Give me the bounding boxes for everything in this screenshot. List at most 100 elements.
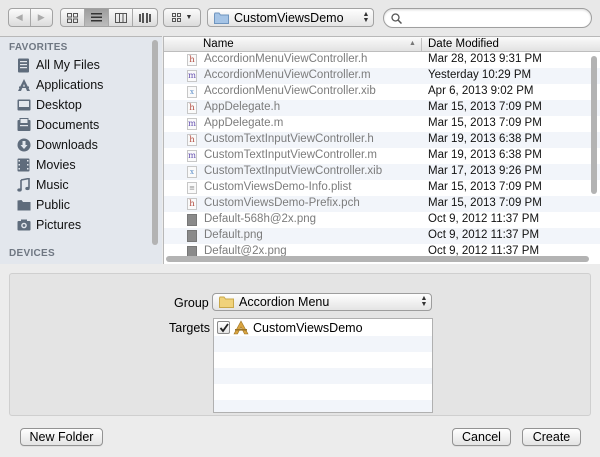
file-date: Mar 19, 2013 6:38 PM [428, 149, 542, 161]
file-row[interactable]: ≡ CustomViewsDemo-Info.plist Mar 15, 2013 … [164, 180, 600, 196]
file-date: Mar 28, 2013 9:31 PM [428, 53, 542, 65]
file-name: CustomTextInputViewController.xib [204, 165, 383, 177]
new-folder-button[interactable]: New Folder [20, 428, 103, 446]
toolbar: ◀ ▶ ▼ CustomViewsDemo ▲ ▼ [0, 0, 600, 36]
file-name: Default-568h@2x.png [204, 213, 317, 225]
file-row[interactable]: h AccordionMenuViewController.h Mar 28, 20… [164, 52, 600, 68]
file-date: Mar 19, 2013 6:38 PM [428, 133, 542, 145]
file-date: Mar 15, 2013 7:09 PM [428, 117, 542, 129]
file-type-plist-icon: ≡ [187, 182, 197, 194]
arrange-icon [171, 13, 181, 22]
file-row[interactable]: x CustomTextInputViewController.xib Mar 17… [164, 164, 600, 180]
sidebar-item-applications[interactable]: Applications [16, 75, 103, 95]
file-name: CustomViewsDemo-Prefix.pch [204, 197, 360, 209]
file-name: CustomTextInputViewController.h [204, 133, 374, 145]
applications-icon [16, 78, 31, 93]
folder-icon [214, 12, 229, 24]
file-name: CustomViewsDemo-Info.plist [204, 181, 352, 193]
file-row[interactable]: m AppDelegate.m Mar 15, 2013 7:09 PM [164, 116, 600, 132]
create-button[interactable]: Create [522, 428, 581, 446]
file-type-png-icon [187, 230, 197, 242]
sidebar-item-downloads[interactable]: Downloads [16, 135, 98, 155]
file-type-m-icon: m [187, 70, 197, 82]
file-date: Mar 15, 2013 7:09 PM [428, 197, 542, 209]
targets-label: Targets [169, 321, 210, 335]
date-column-header[interactable]: Date Modified [428, 37, 499, 51]
checkmark-icon [219, 322, 229, 332]
file-row[interactable]: m AccordionMenuViewController.m Yesterday … [164, 68, 600, 84]
file-name: AccordionMenuViewController.h [204, 53, 368, 65]
file-name: AppDelegate.h [204, 101, 281, 113]
file-date: Apr 6, 2013 9:02 PM [428, 85, 534, 97]
target-checkbox[interactable] [217, 321, 230, 334]
file-type-xib-icon: x [187, 166, 197, 178]
camera-icon [16, 218, 31, 233]
file-date: Mar 17, 2013 9:26 PM [428, 165, 542, 177]
group-popup[interactable]: Accordion Menu ▲ ▼ [212, 293, 432, 311]
list-view-icon [91, 13, 102, 22]
file-name: Default.png [204, 229, 263, 241]
app-target-icon [233, 320, 249, 335]
favorites-heading: FAVORITES [9, 42, 68, 53]
file-date: Mar 15, 2013 7:09 PM [428, 181, 542, 193]
sidebar-scrollbar[interactable] [152, 40, 158, 245]
file-row[interactable]: m CustomTextInputViewController.m Mar 19, … [164, 148, 600, 164]
targets-list: CustomViewsDemo [213, 318, 433, 413]
file-list-horizontal-scrollbar[interactable] [166, 256, 589, 262]
back-button[interactable]: ◀ [9, 9, 31, 26]
chevron-down-icon: ▼ [185, 14, 193, 21]
forward-button[interactable]: ▶ [31, 9, 52, 26]
sidebar-item-public[interactable]: Public [16, 195, 70, 215]
movies-icon [16, 158, 31, 173]
icon-view-icon [67, 12, 78, 23]
name-column-header[interactable]: Name [203, 37, 234, 51]
desktop-icon [16, 98, 31, 113]
file-date: Yesterday 10:29 PM [428, 69, 532, 81]
file-type-h-icon: h [187, 54, 197, 66]
coverflow-view-button[interactable] [133, 9, 157, 26]
sidebar-item-desktop[interactable]: Desktop [16, 95, 82, 115]
sidebar-item-pictures[interactable]: Pictures [16, 215, 81, 235]
arrange-button[interactable]: ▼ [163, 8, 201, 27]
column-view-button[interactable] [109, 9, 133, 26]
search-icon [391, 13, 402, 24]
navigation-segment: ◀ ▶ [8, 8, 53, 27]
file-row[interactable]: Default.png Oct 9, 2012 11:37 PM [164, 228, 600, 244]
location-label: CustomViewsDemo [234, 10, 344, 25]
file-type-xib-icon: x [187, 86, 197, 98]
list-view-button[interactable] [85, 9, 109, 26]
file-name: CustomTextInputViewController.m [204, 149, 377, 161]
location-popup[interactable]: CustomViewsDemo ▲ ▼ [207, 8, 374, 27]
file-name: AppDelegate.m [204, 117, 284, 129]
file-date: Oct 9, 2012 11:37 PM [428, 229, 540, 241]
column-view-icon [114, 12, 127, 23]
sidebar-item-movies[interactable]: Movies [16, 155, 76, 175]
target-name: CustomViewsDemo [253, 320, 363, 335]
coverflow-view-icon [138, 12, 151, 23]
cancel-button[interactable]: Cancel [452, 428, 511, 446]
sidebar: FAVORITES All My Files Applications Desk… [0, 36, 162, 264]
file-rows: h AccordionMenuViewController.h Mar 28, 20… [164, 52, 600, 260]
file-list-vertical-scrollbar[interactable] [591, 56, 597, 194]
sidebar-item-music[interactable]: Music [16, 175, 69, 195]
documents-icon [16, 118, 31, 133]
devices-heading: DEVICES [9, 248, 56, 259]
sidebar-item-documents[interactable]: Documents [16, 115, 99, 135]
search-field[interactable] [383, 8, 592, 28]
file-type-h-icon: h [187, 102, 197, 114]
all-files-icon [16, 58, 31, 73]
file-row[interactable]: h CustomViewsDemo-Prefix.pch Mar 15, 2013 … [164, 196, 600, 212]
file-date: Mar 15, 2013 7:09 PM [428, 101, 542, 113]
file-row[interactable]: h AppDelegate.h Mar 15, 2013 7:09 PM [164, 100, 600, 116]
group-label: Group [174, 296, 209, 310]
sidebar-item-all-my-files[interactable]: All My Files [16, 55, 100, 75]
file-type-pch-icon: h [187, 198, 197, 210]
icon-view-button[interactable] [61, 9, 85, 26]
file-row[interactable]: Default-568h@2x.png Oct 9, 2012 11:37 PM [164, 212, 600, 228]
file-row[interactable]: x AccordionMenuViewController.xib Apr 6, 2… [164, 84, 600, 100]
file-name: AccordionMenuViewController.xib [204, 85, 376, 97]
target-row[interactable]: CustomViewsDemo [214, 319, 432, 336]
file-row[interactable]: h CustomTextInputViewController.h Mar 19, … [164, 132, 600, 148]
folder-icon [16, 198, 31, 213]
updown-arrows-icon: ▲ ▼ [362, 10, 370, 24]
